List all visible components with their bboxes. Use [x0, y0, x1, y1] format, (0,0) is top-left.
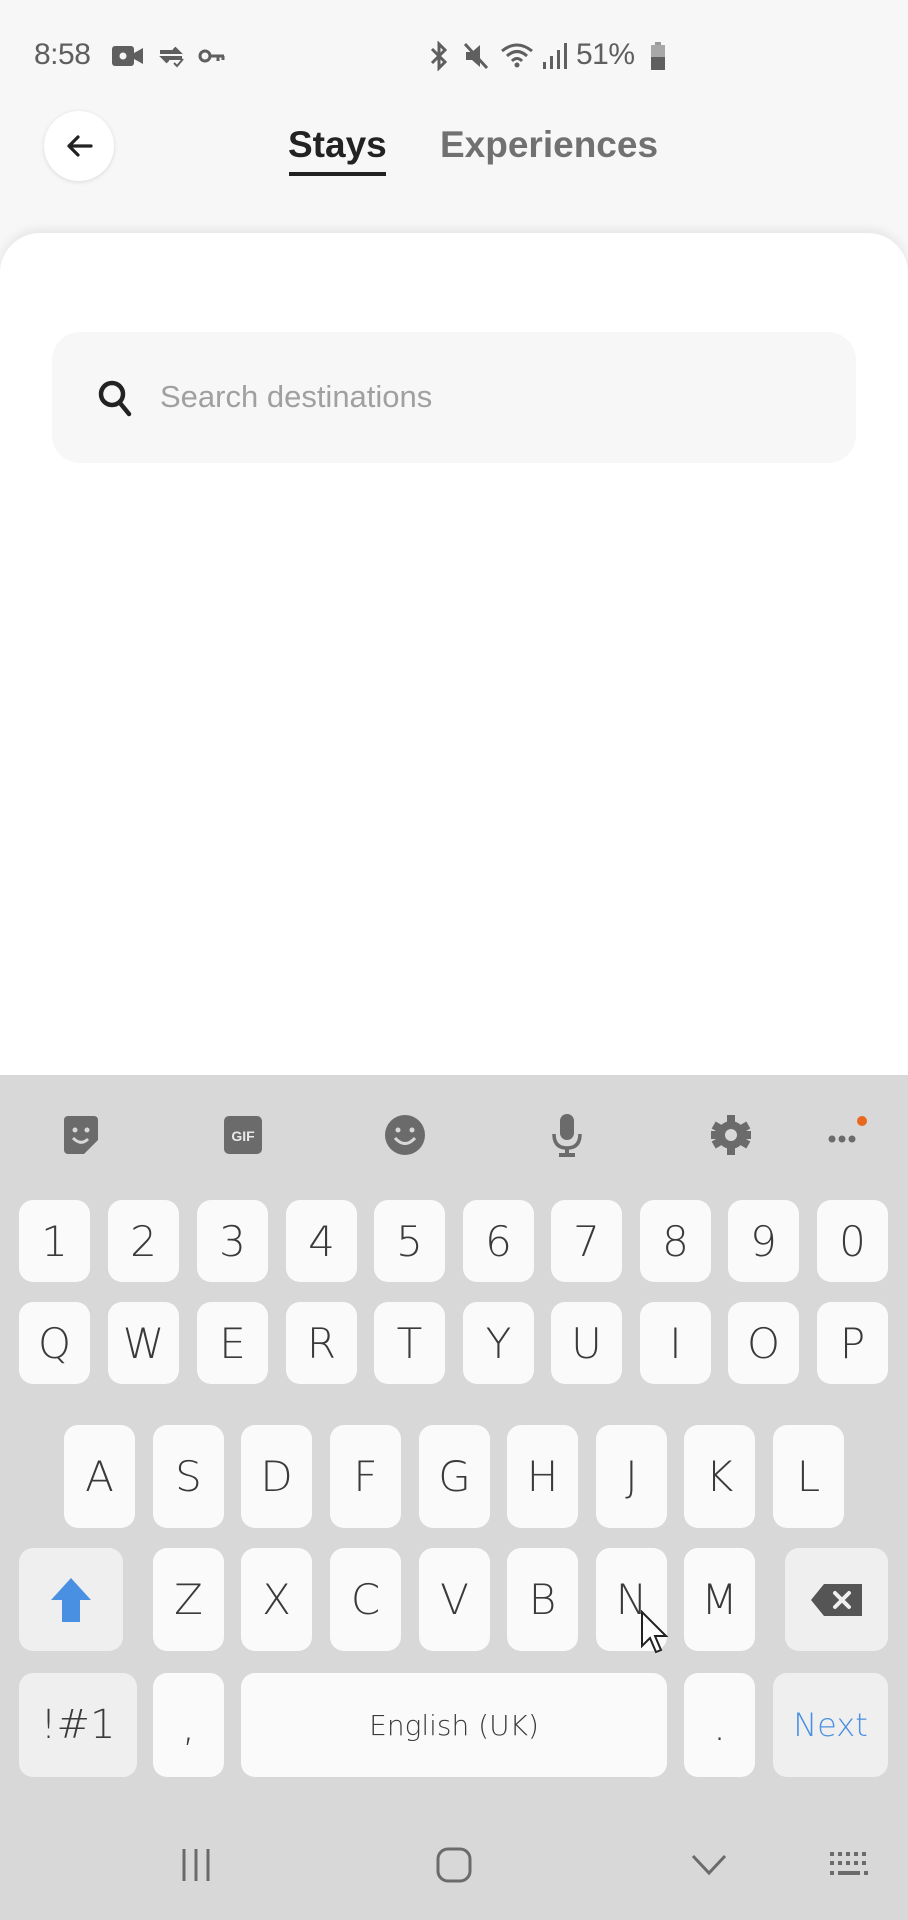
key-8[interactable]: 8 [640, 1200, 711, 1282]
hide-keyboard-icon[interactable] [690, 1845, 728, 1885]
key-9[interactable]: 9 [728, 1200, 799, 1282]
notification-dot [857, 1116, 867, 1126]
key-s[interactable]: S [153, 1425, 224, 1528]
battery-icon [650, 42, 666, 70]
key-e[interactable]: E [197, 1302, 268, 1384]
key-h[interactable]: H [507, 1425, 578, 1528]
key-a[interactable]: A [64, 1425, 135, 1528]
key-1[interactable]: 1 [19, 1200, 90, 1282]
key-l[interactable]: L [773, 1425, 844, 1528]
key-k[interactable]: K [684, 1425, 755, 1528]
comma-key[interactable]: , [153, 1673, 224, 1777]
wifi-icon [500, 42, 534, 70]
key-z[interactable]: Z [153, 1548, 224, 1651]
screen: 8:58 51% Stays Experiences Search destin… [0, 0, 908, 1920]
key-6[interactable]: 6 [463, 1200, 534, 1282]
arrow-left-icon [67, 135, 93, 157]
signal-icon [542, 42, 568, 70]
key-y[interactable]: Y [463, 1302, 534, 1384]
shift-key[interactable] [19, 1548, 123, 1651]
emoji-icon[interactable] [380, 1110, 430, 1160]
svg-text:GIF: GIF [231, 1128, 255, 1144]
bluetooth-icon [428, 41, 450, 71]
battery-percent: 51% [576, 38, 635, 71]
key-v[interactable]: V [419, 1548, 490, 1651]
key-0[interactable]: 0 [817, 1200, 888, 1282]
key-m[interactable]: M [684, 1548, 755, 1651]
period-key[interactable]: . [684, 1673, 755, 1777]
key-2[interactable]: 2 [108, 1200, 179, 1282]
key-i[interactable]: I [640, 1302, 711, 1384]
key-3[interactable]: 3 [197, 1200, 268, 1282]
key-c[interactable]: C [330, 1548, 401, 1651]
symbols-key[interactable]: !#1 [19, 1673, 137, 1777]
key-w[interactable]: W [108, 1302, 179, 1384]
key-u[interactable]: U [551, 1302, 622, 1384]
vpn-key-icon [198, 42, 226, 70]
key-j[interactable]: J [596, 1425, 667, 1528]
keyboard-switch-icon[interactable] [828, 1845, 872, 1885]
back-button[interactable] [44, 111, 114, 181]
mute-icon [462, 42, 490, 70]
space-key[interactable]: English (UK) [241, 1673, 667, 1777]
key-o[interactable]: O [728, 1302, 799, 1384]
key-n[interactable]: N [596, 1548, 667, 1651]
home-icon[interactable] [435, 1845, 473, 1885]
backspace-key[interactable] [785, 1548, 888, 1651]
key-b[interactable]: B [507, 1548, 578, 1651]
key-t[interactable]: T [374, 1302, 445, 1384]
video-camera-icon [112, 42, 144, 70]
search-icon [96, 378, 134, 418]
search-input[interactable] [160, 372, 820, 422]
more-icon[interactable] [822, 1110, 872, 1160]
active-tab-indicator [289, 172, 386, 176]
next-key[interactable]: Next [773, 1673, 888, 1777]
key-7[interactable]: 7 [551, 1200, 622, 1282]
key-4[interactable]: 4 [286, 1200, 357, 1282]
status-bar: 8:58 51% [0, 0, 908, 110]
key-5[interactable]: 5 [374, 1200, 445, 1282]
sync-check-icon [156, 42, 186, 70]
shift-arrow-icon [51, 1577, 91, 1622]
key-r[interactable]: R [286, 1302, 357, 1384]
microphone-icon[interactable] [542, 1110, 592, 1160]
backspace-icon [810, 1583, 862, 1616]
key-g[interactable]: G [419, 1425, 490, 1528]
tab-experiences[interactable]: Experiences [440, 124, 658, 166]
key-d[interactable]: D [241, 1425, 312, 1528]
tab-stays[interactable]: Stays [288, 124, 387, 166]
settings-icon[interactable] [706, 1110, 756, 1160]
key-f[interactable]: F [330, 1425, 401, 1528]
gif-icon[interactable]: GIF [218, 1110, 268, 1160]
sticker-icon[interactable] [56, 1110, 106, 1160]
key-x[interactable]: X [241, 1548, 312, 1651]
key-q[interactable]: Q [19, 1302, 90, 1384]
key-p[interactable]: P [817, 1302, 888, 1384]
recent-apps-icon[interactable] [178, 1845, 214, 1885]
status-time: 8:58 [34, 38, 91, 71]
